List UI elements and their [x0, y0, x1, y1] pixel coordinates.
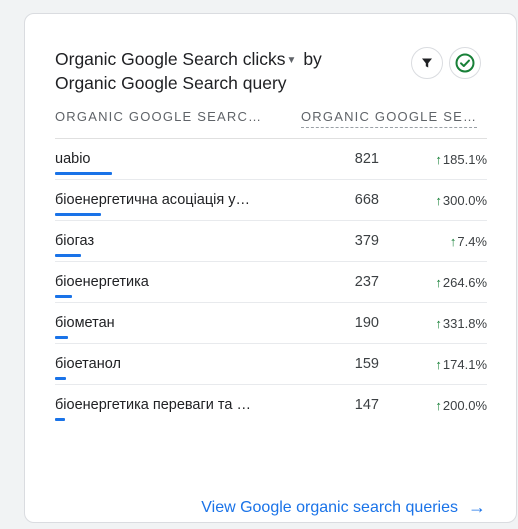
trend-up-icon: ↑: [435, 398, 442, 413]
dimension-label: Organic Google Search query: [55, 72, 287, 93]
share-bar: [55, 213, 101, 216]
share-bar: [55, 295, 72, 298]
trend-up-icon: ↑: [435, 357, 442, 372]
change-value: 300.0%: [442, 193, 487, 208]
dropdown-caret-icon: ▼: [286, 54, 297, 66]
clicks-cell: 821: [354, 151, 379, 167]
metric-label: Organic Google Search clicks: [55, 49, 286, 69]
table-body: uabio 821 ↑ 185.1% біоенергетична асоціація …: [55, 139, 487, 425]
query-cell: біоенергетика: [55, 274, 149, 290]
filter-icon: [422, 58, 432, 68]
clicks-cell: 668: [354, 192, 379, 208]
arrow-right-icon: →: [468, 497, 486, 517]
card-title: Organic Google Search clicks▼ by Organic…: [55, 48, 345, 95]
clicks-cell: 379: [354, 233, 379, 249]
table-row[interactable]: біоенергетична асоціація у… 668 ↑ 300.0%: [55, 180, 487, 221]
check-circle-icon: [455, 53, 475, 73]
clicks-cell: 237: [354, 274, 379, 290]
change-value: 185.1%: [442, 152, 487, 167]
report-card: Organic Google Search clicks▼ by Organic…: [24, 13, 517, 523]
trend-up-icon: ↑: [435, 316, 442, 331]
filter-button[interactable]: [411, 47, 443, 79]
change-cell: ↑ 264.6%: [435, 275, 487, 290]
table-header: ORGANIC GOOGLE SEARC… ORGANIC GOOGLE SE…: [55, 109, 487, 131]
table-row[interactable]: біоенергетика 237 ↑ 264.6%: [55, 262, 487, 303]
change-cell: ↑ 200.0%: [435, 398, 487, 413]
change-cell: ↑ 331.8%: [435, 316, 487, 331]
table-row[interactable]: біометан 190 ↑ 331.8%: [55, 303, 487, 344]
change-value: 7.4%: [457, 234, 487, 249]
title-by: by: [303, 49, 322, 69]
check-button[interactable]: [449, 47, 481, 79]
change-value: 331.8%: [442, 316, 487, 331]
trend-up-icon: ↑: [435, 152, 442, 167]
share-bar: [55, 418, 65, 421]
table-row[interactable]: біоенергетика переваги та … 147 ↑ 200.0%: [55, 385, 487, 425]
query-cell: біометан: [55, 315, 115, 331]
change-cell: ↑ 174.1%: [435, 357, 487, 372]
view-queries-link[interactable]: View Google organic search queries →: [201, 497, 486, 518]
table-row[interactable]: біогаз 379 ↑ 7.4%: [55, 221, 487, 262]
trend-up-icon: ↑: [435, 275, 442, 290]
table-row[interactable]: біоетанол 159 ↑ 174.1%: [55, 344, 487, 385]
view-queries-label: View Google organic search queries: [201, 498, 458, 516]
share-bar: [55, 254, 81, 257]
clicks-cell: 190: [354, 315, 379, 331]
column-header-query[interactable]: ORGANIC GOOGLE SEARC…: [55, 109, 262, 124]
metric-selector[interactable]: Organic Google Search clicks▼: [55, 49, 298, 69]
change-value: 264.6%: [442, 275, 487, 290]
share-bar: [55, 377, 66, 380]
table-row[interactable]: uabio 821 ↑ 185.1%: [55, 139, 487, 180]
column-header-clicks[interactable]: ORGANIC GOOGLE SE…: [301, 109, 478, 128]
share-bar: [55, 336, 68, 339]
query-cell: біоетанол: [55, 356, 121, 372]
query-cell: біогаз: [55, 233, 95, 249]
change-cell: ↑ 185.1%: [435, 152, 487, 167]
query-cell: біоенергетика переваги та …: [55, 397, 251, 413]
change-value: 174.1%: [442, 357, 487, 372]
change-cell: ↑ 7.4%: [450, 234, 487, 249]
change-cell: ↑ 300.0%: [435, 193, 487, 208]
trend-up-icon: ↑: [435, 193, 442, 208]
trend-up-icon: ↑: [449, 234, 457, 249]
change-value: 200.0%: [442, 398, 487, 413]
clicks-cell: 147: [354, 397, 379, 413]
clicks-cell: 159: [354, 356, 379, 372]
query-cell: uabio: [55, 151, 91, 167]
share-bar: [55, 172, 112, 175]
query-cell: біоенергетична асоціація у…: [55, 192, 251, 208]
